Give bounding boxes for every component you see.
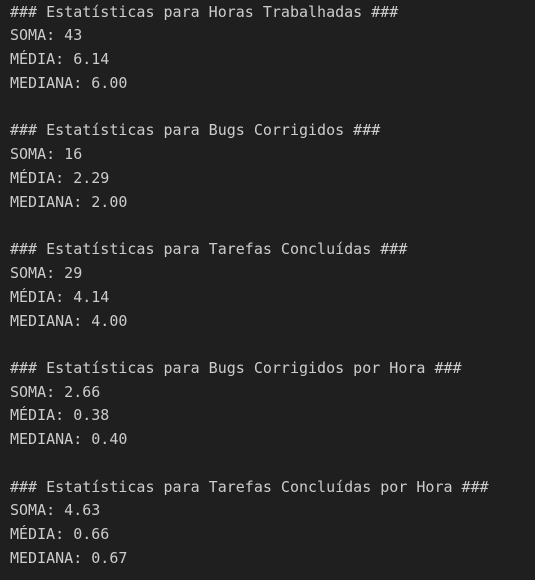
media-line: MÉDIA: 2.29 <box>10 169 110 187</box>
mediana-line: MEDIANA: 0.67 <box>10 549 128 567</box>
mediana-line: MEDIANA: 6.00 <box>10 74 128 92</box>
section-header: ### Estatísticas para Tarefas Concluídas… <box>10 240 408 258</box>
section-header: ### Estatísticas para Horas Trabalhadas … <box>10 3 399 21</box>
soma-line: SOMA: 2.66 <box>10 383 101 401</box>
section-header: ### Estatísticas para Bugs Corrigidos po… <box>10 359 462 377</box>
mediana-line: MEDIANA: 0.40 <box>10 430 128 448</box>
section-header: ### Estatísticas para Bugs Corrigidos ##… <box>10 121 381 139</box>
section-header: ### Estatísticas para Tarefas Concluídas… <box>10 478 489 496</box>
media-line: MÉDIA: 6.14 <box>10 50 110 68</box>
media-line: MÉDIA: 0.38 <box>10 406 110 424</box>
media-line: MÉDIA: 0.66 <box>10 525 110 543</box>
soma-line: SOMA: 4.63 <box>10 501 101 519</box>
mediana-line: MEDIANA: 2.00 <box>10 193 128 211</box>
media-line: MÉDIA: 4.14 <box>10 288 110 306</box>
soma-line: SOMA: 29 <box>10 264 83 282</box>
mediana-line: MEDIANA: 4.00 <box>10 312 128 330</box>
soma-line: SOMA: 16 <box>10 145 83 163</box>
soma-line: SOMA: 43 <box>10 26 83 44</box>
terminal-output[interactable]: ### Estatísticas para Horas Trabalhadas … <box>0 0 535 580</box>
